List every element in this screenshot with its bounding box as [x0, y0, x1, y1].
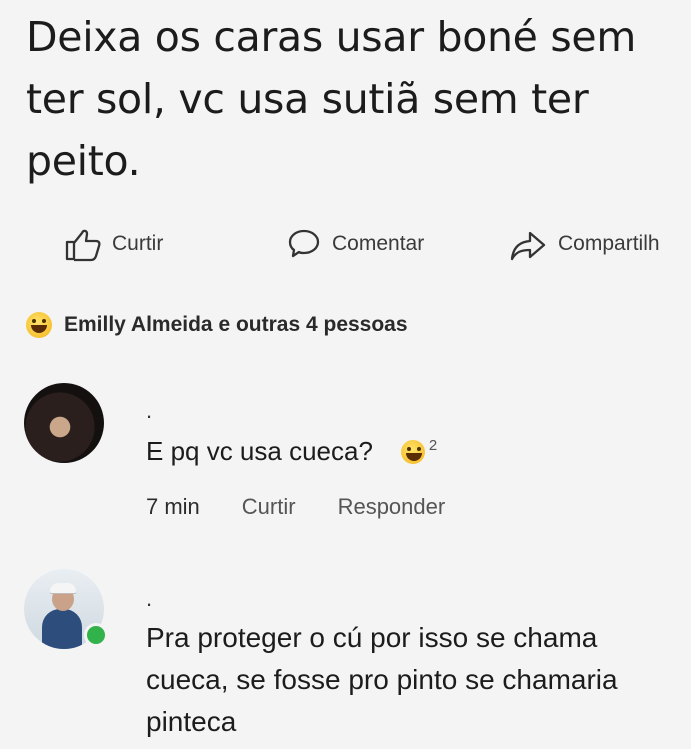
like-button[interactable]: Curtir: [64, 222, 163, 266]
speech-bubble-icon: [288, 229, 320, 258]
like-label: Curtir: [112, 232, 164, 255]
post-text: Deixa os caras usar boné sem ter sol, vc…: [26, 13, 636, 185]
reactions-summary-text: Emilly Almeida e outras 4 pessoas: [64, 313, 408, 336]
haha-reaction-icon: [400, 439, 425, 464]
comment-reaction-count[interactable]: 2: [429, 437, 437, 454]
comment-like-button[interactable]: Curtir: [242, 494, 296, 520]
comment-body: Pra proteger o cú por isso se chama cuec…: [146, 622, 618, 737]
comment-meta: 7 min Curtir Responder: [146, 494, 487, 520]
comment-author-name[interactable]: .: [146, 398, 152, 424]
comment-reply-button[interactable]: Responder: [338, 494, 446, 520]
share-label: Compartilh: [558, 232, 660, 255]
comment-text: E pq vc usa cueca? 2: [146, 436, 437, 467]
reactions-summary[interactable]: Emilly Almeida e outras 4 pessoas: [26, 312, 408, 338]
post-actions-bar: Curtir Comentar Compartilh: [0, 222, 691, 266]
comment-body: E pq vc usa cueca?: [146, 436, 373, 466]
avatar[interactable]: [24, 383, 104, 463]
haha-reaction-icon: [26, 312, 52, 338]
comment-author-name[interactable]: .: [146, 586, 152, 612]
thumbs-up-icon: [65, 229, 101, 262]
comment-button[interactable]: Comentar: [286, 222, 424, 266]
comment-label: Comentar: [332, 232, 425, 255]
online-status-indicator: [84, 623, 108, 647]
share-button[interactable]: Compartilh: [508, 222, 660, 266]
comment-time: 7 min: [146, 494, 200, 519]
share-arrow-icon: [510, 231, 546, 261]
